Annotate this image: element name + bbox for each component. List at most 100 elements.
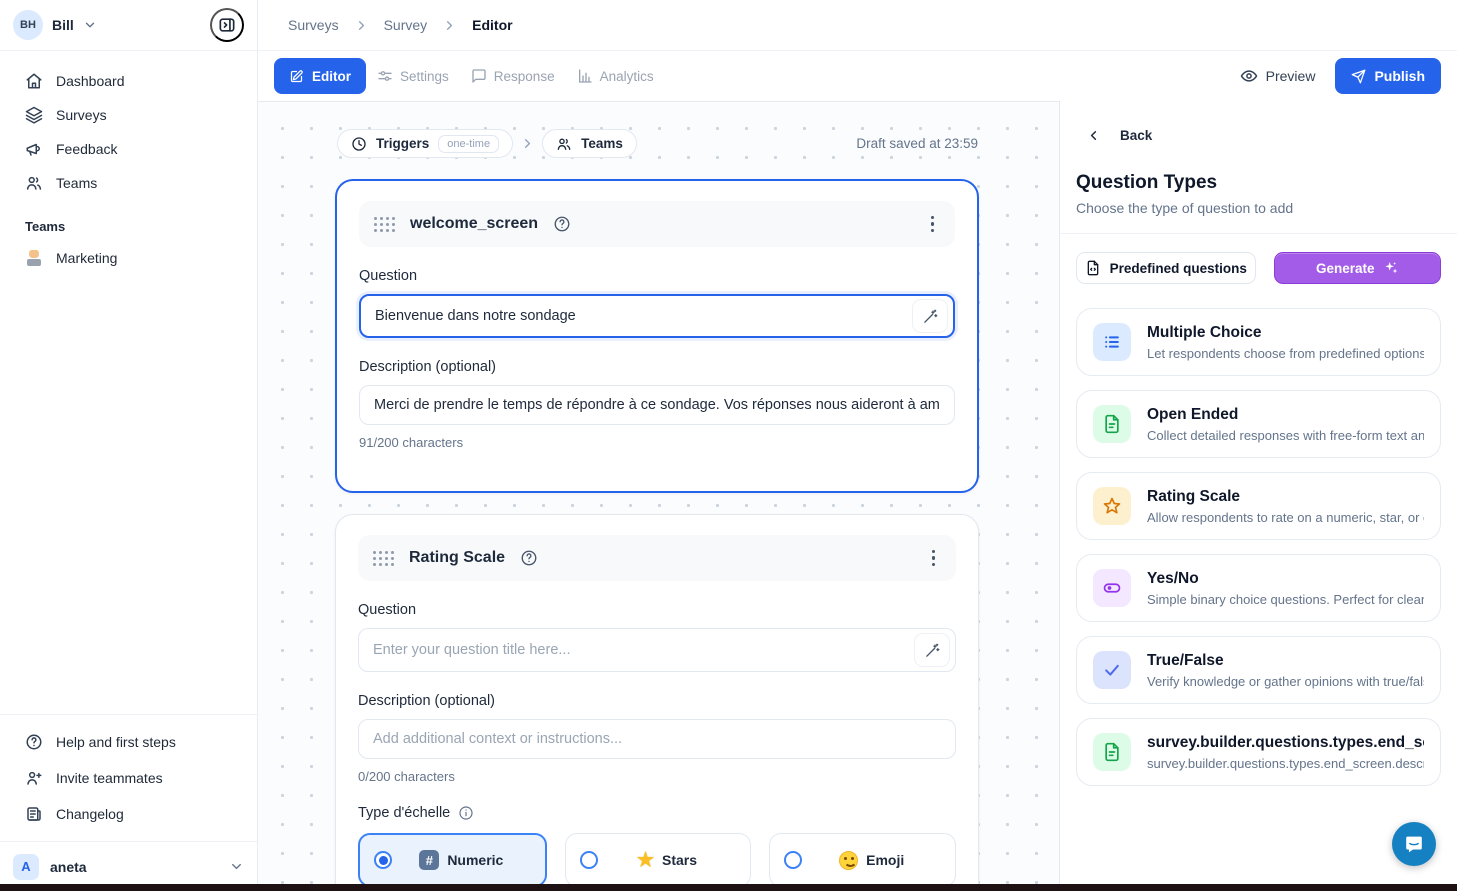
question-type-description: Verify knowledge or gather opinions with… [1147, 674, 1424, 689]
tab-analytics[interactable]: Analytics [566, 58, 665, 94]
sidebar-item-feedback[interactable]: Feedback [0, 132, 257, 166]
generate-button[interactable]: Generate [1274, 252, 1441, 284]
user-avatar: A [13, 854, 39, 880]
drag-handle-icon[interactable] [374, 217, 395, 232]
toggle-icon [1102, 578, 1122, 598]
sidebar-item-label: Dashboard [56, 73, 125, 89]
bar-chart-icon [577, 68, 593, 84]
sidebar-item-dashboard[interactable]: Dashboard [0, 64, 257, 98]
content-row: Triggers one-time Teams Draft saved at 2… [258, 101, 1457, 891]
user-plus-icon [25, 769, 43, 787]
tab-editor[interactable]: Editor [274, 58, 366, 94]
clock-icon [351, 136, 367, 152]
question-type-end-screen[interactable]: survey.builder.questions.types.end_scr..… [1076, 718, 1441, 786]
help-circle-icon[interactable] [520, 549, 538, 567]
triggers-chip[interactable]: Triggers one-time [337, 129, 513, 158]
changelog-icon [25, 805, 43, 823]
question-input[interactable] [363, 642, 907, 658]
card-menu-button[interactable] [926, 544, 942, 573]
teams-chip[interactable]: Teams [542, 129, 637, 158]
scale-type-label-text: Type d'échelle [358, 805, 450, 821]
question-type-yes-no[interactable]: Yes/No Simple binary choice questions. P… [1076, 554, 1441, 622]
radio-unselected[interactable] [580, 851, 598, 869]
panel-divider [1060, 233, 1457, 234]
info-icon[interactable] [458, 805, 474, 821]
tab-settings[interactable]: Settings [366, 58, 460, 94]
breadcrumb: Surveys Survey Editor [258, 0, 1457, 51]
radio-selected[interactable] [374, 851, 392, 869]
question-input[interactable] [365, 308, 905, 324]
panel-collapse-icon [217, 15, 237, 35]
preview-button[interactable]: Preview [1240, 67, 1316, 85]
question-type-rating-scale[interactable]: Rating Scale Allow respondents to rate o… [1076, 472, 1441, 540]
description-input[interactable] [359, 385, 955, 425]
scale-type-label: Type d'échelle [358, 805, 956, 821]
chat-launcher-button[interactable] [1392, 822, 1436, 866]
trigger-frequency-badge: one-time [438, 135, 499, 153]
question-type-description: Let respondents choose from predefined o… [1147, 346, 1424, 361]
breadcrumb-survey[interactable]: Survey [384, 17, 428, 33]
sidebar-nav: Dashboard Surveys Feedback Teams [0, 51, 257, 206]
magic-wand-button[interactable] [914, 633, 950, 667]
editor-canvas[interactable]: Triggers one-time Teams Draft saved at 2… [258, 101, 1059, 891]
char-count: 0/200 characters [358, 769, 956, 784]
drag-handle-icon[interactable] [373, 551, 394, 566]
description-input[interactable] [358, 719, 956, 759]
magic-wand-button[interactable] [912, 299, 948, 333]
question-card-welcome-screen[interactable]: welcome_screen Question Description (opt… [335, 179, 979, 493]
scale-option-numeric[interactable]: # Numeric [358, 833, 547, 887]
generate-label: Generate [1316, 261, 1375, 276]
question-type-title: Yes/No [1147, 570, 1424, 588]
scale-option-label: Stars [662, 852, 697, 868]
card-title: Rating Scale [409, 549, 505, 567]
file-code-icon [1085, 260, 1101, 276]
sidebar-item-label: Teams [56, 175, 97, 191]
question-type-multiple-choice[interactable]: Multiple Choice Let respondents choose f… [1076, 308, 1441, 376]
predefined-questions-button[interactable]: Predefined questions [1076, 252, 1256, 284]
sidebar-collapse-button[interactable] [210, 8, 244, 42]
teams-section-label: Teams [0, 206, 257, 242]
panel-title: Question Types [1076, 172, 1441, 194]
breadcrumb-surveys[interactable]: Surveys [288, 17, 339, 33]
star-emoji-icon: ★ [637, 851, 654, 870]
question-type-true-false[interactable]: True/False Verify knowledge or gather op… [1076, 636, 1441, 704]
magic-wand-icon [922, 308, 939, 325]
question-card-rating-scale[interactable]: Rating Scale Question Description (optio… [335, 514, 979, 891]
chevron-right-icon [520, 136, 535, 151]
sidebar-item-surveys[interactable]: Surveys [0, 98, 257, 132]
file-text-icon [1102, 742, 1122, 762]
numeric-keycap-icon: # [419, 850, 439, 870]
panel-actions: Predefined questions Generate [1076, 252, 1441, 284]
radio-unselected[interactable] [784, 851, 802, 869]
technologist-emoji [25, 250, 43, 266]
eye-icon [1240, 67, 1258, 85]
sidebar-item-changelog[interactable]: Changelog [0, 796, 257, 832]
back-button[interactable]: Back [1086, 128, 1441, 143]
question-type-open-ended[interactable]: Open Ended Collect detailed responses wi… [1076, 390, 1441, 458]
workspace-switcher[interactable]: BH Bill [0, 0, 257, 51]
sidebar-item-label: Help and first steps [56, 734, 176, 750]
help-circle-icon[interactable] [553, 215, 571, 233]
sidebar-item-help[interactable]: Help and first steps [0, 724, 257, 760]
publish-button[interactable]: Publish [1335, 58, 1441, 94]
question-types-panel: Back Question Types Choose the type of q… [1059, 101, 1457, 891]
sidebar-item-invite[interactable]: Invite teammates [0, 760, 257, 796]
question-label: Question [359, 268, 955, 284]
card-menu-button[interactable] [925, 210, 941, 239]
tab-response[interactable]: Response [460, 58, 566, 94]
chat-bubble-icon [1403, 833, 1425, 855]
home-icon [25, 72, 43, 90]
layers-icon [25, 106, 43, 124]
scale-option-stars[interactable]: ★ Stars [565, 833, 752, 887]
pencil-square-icon [289, 69, 304, 84]
sliders-icon [377, 68, 393, 84]
survey-builder-app: BH Bill Dashboard Surveys Feedback T [0, 0, 1457, 891]
editor-toolbar: Editor Settings Response Analytics Previ… [258, 51, 1457, 101]
chevron-left-icon [1086, 128, 1101, 143]
sidebar-item-teams[interactable]: Teams [0, 166, 257, 200]
question-type-title: Multiple Choice [1147, 324, 1424, 342]
sidebar-team-marketing[interactable]: Marketing [0, 242, 257, 274]
tab-label: Editor [312, 69, 351, 84]
scale-option-emoji[interactable]: Emoji [769, 833, 956, 887]
description-label: Description (optional) [358, 693, 956, 709]
